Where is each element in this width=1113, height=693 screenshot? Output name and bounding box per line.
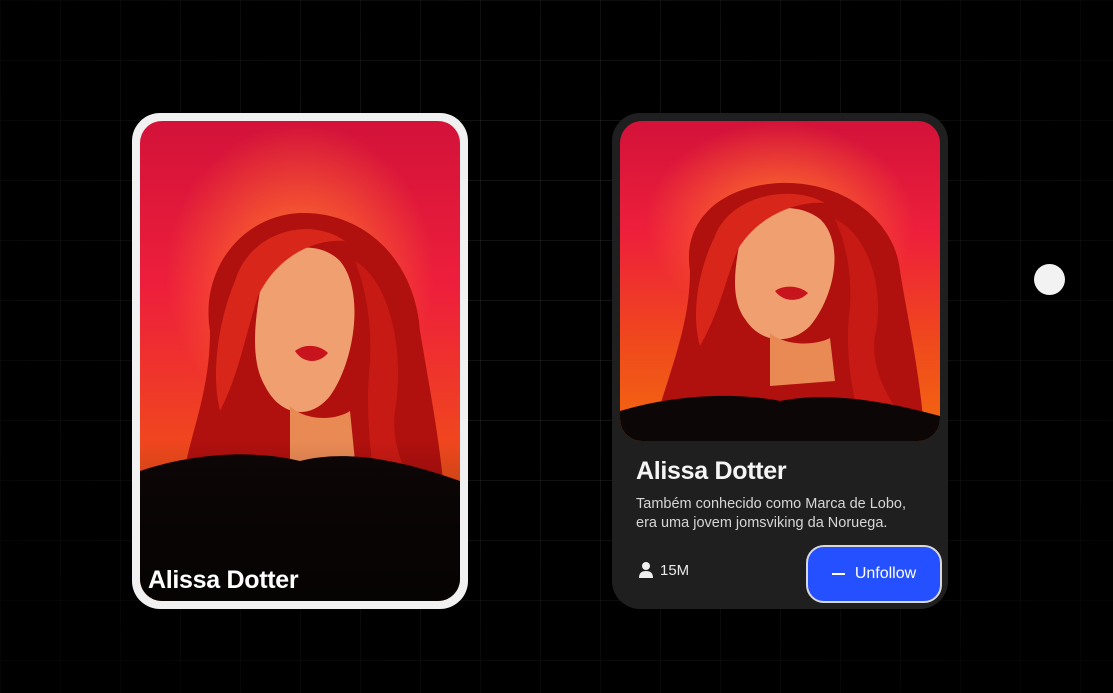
profile-name: Alissa Dotter [636,457,787,485]
profile-name: Alissa Dotter [148,566,299,594]
minus-icon [831,573,845,575]
unfollow-label: Unfollow [854,565,917,582]
followers-value: 15M [660,561,690,579]
profile-photo [620,121,940,441]
profile-description: Também conhecido como Marca de Lobo, era… [636,496,907,531]
cursor-dot [1034,264,1065,295]
followers-count: 15M [638,561,689,579]
user-icon [639,562,653,578]
portrait-illustration [620,182,940,441]
unfollow-button[interactable]: Unfollow [806,545,942,603]
profile-photo [140,121,460,601]
profile-card-detailed: Alissa Dotter Também conhecido como Marc… [612,113,948,609]
profile-card-compact[interactable]: Alissa Dotter [132,113,468,609]
canvas: Alissa Dotter Alissa Dotter Também conhe… [0,0,1113,693]
